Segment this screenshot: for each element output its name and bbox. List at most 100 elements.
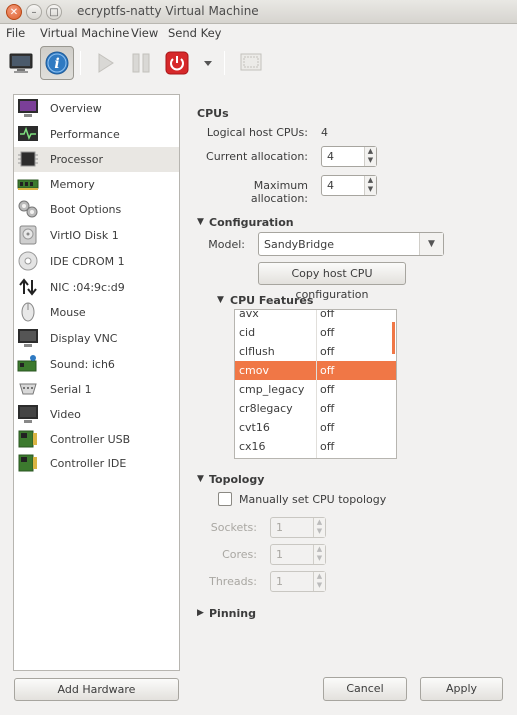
- menu-file[interactable]: File: [6, 26, 25, 40]
- toolbar-separator: [224, 51, 225, 75]
- sidebar-item-controller-usb[interactable]: Controller USB: [14, 427, 179, 452]
- threads-stepper[interactable]: 1 ▲ ▼: [270, 571, 326, 592]
- feature-value[interactable]: off: [320, 345, 334, 358]
- topology-expander-icon[interactable]: ▼: [197, 474, 204, 484]
- scrollbar-thumb[interactable]: [392, 322, 395, 354]
- video-icon: [18, 405, 38, 423]
- maximum-allocation-stepper[interactable]: 4 ▲ ▼: [321, 175, 377, 196]
- processor-icon: [18, 151, 38, 167]
- sidebar-item-mouse[interactable]: Mouse: [14, 300, 179, 325]
- menu-view[interactable]: View: [131, 26, 158, 40]
- feature-value[interactable]: off: [320, 440, 334, 453]
- cpu-features-expander-icon[interactable]: ▼: [217, 295, 224, 305]
- feature-value[interactable]: off: [320, 383, 334, 396]
- sidebar-item-serial[interactable]: Serial 1: [14, 377, 179, 402]
- increment-icon: ▲: [316, 572, 323, 580]
- current-allocation-value: 4: [327, 150, 334, 163]
- title-bar: ✕ – □ ecryptfs-natty Virtual Machine: [0, 0, 517, 24]
- shutdown-menu-button[interactable]: [196, 46, 220, 80]
- chevron-down-icon[interactable]: ▼: [419, 233, 443, 255]
- decrement-icon[interactable]: ▼: [365, 156, 376, 165]
- feature-name: cmp_legacy: [239, 383, 305, 396]
- shutdown-button[interactable]: [160, 46, 194, 80]
- sidebar-label: Processor: [50, 153, 103, 166]
- performance-icon: [18, 126, 38, 141]
- feature-value[interactable]: off: [320, 402, 334, 415]
- sidebar-item-performance[interactable]: Performance: [14, 122, 179, 147]
- sidebar-item-video[interactable]: Video: [14, 402, 179, 427]
- svg-text:i: i: [54, 56, 59, 72]
- feature-name: cx16: [239, 440, 266, 453]
- sound-icon: [17, 355, 37, 372]
- pinning-heading[interactable]: Pinning: [209, 607, 256, 620]
- decrement-icon: ▼: [316, 527, 323, 535]
- sidebar-item-virtio-disk[interactable]: VirtIO Disk 1: [14, 223, 179, 248]
- hardware-list: Overview Performance Processor Memory Bo…: [13, 94, 180, 671]
- current-allocation-stepper[interactable]: 4 ▲ ▼: [321, 146, 377, 167]
- model-combobox[interactable]: SandyBridge ▼: [258, 232, 444, 256]
- cpus-heading: CPUs: [197, 107, 229, 120]
- decrement-icon[interactable]: ▼: [365, 185, 376, 194]
- sidebar-item-controller-ide[interactable]: Controller IDE: [14, 451, 179, 476]
- cancel-button[interactable]: Cancel: [323, 677, 407, 701]
- increment-icon[interactable]: ▲: [365, 176, 376, 185]
- configuration-heading[interactable]: Configuration: [209, 216, 294, 229]
- manual-topology-label[interactable]: Manually set CPU topology: [239, 493, 386, 506]
- window-title: ecryptfs-natty Virtual Machine: [77, 4, 259, 18]
- sidebar-label: Serial 1: [50, 383, 92, 396]
- menu-virtual-machine[interactable]: Virtual Machine: [40, 26, 129, 40]
- fullscreen-button[interactable]: [234, 46, 268, 80]
- sidebar-label: NIC :04:9c:d9: [50, 281, 125, 294]
- sidebar-label: Controller USB: [50, 433, 131, 446]
- sidebar-item-processor[interactable]: Processor: [14, 147, 179, 172]
- decrement-icon: ▼: [316, 554, 323, 562]
- sidebar-item-memory[interactable]: Memory: [14, 172, 179, 197]
- maximum-allocation-value: 4: [327, 179, 334, 192]
- model-label: Model:: [208, 238, 245, 251]
- sidebar-label: Video: [50, 408, 81, 421]
- sidebar-item-ide-cdrom[interactable]: IDE CDROM 1: [14, 249, 179, 274]
- pinning-expander-icon[interactable]: ▶: [197, 608, 204, 618]
- feature-value[interactable]: off: [320, 421, 334, 434]
- sidebar-item-nic[interactable]: NIC :04:9c:d9: [14, 275, 179, 300]
- menubar: File Virtual Machine View Send Key: [0, 24, 517, 43]
- cpu-features-heading[interactable]: CPU Features: [230, 294, 313, 307]
- feature-name: cid: [239, 326, 256, 339]
- disk-icon: [19, 225, 37, 245]
- increment-icon[interactable]: ▲: [365, 147, 376, 156]
- feature-value[interactable]: off: [320, 310, 334, 320]
- sidebar-label: Sound: ich6: [50, 358, 115, 371]
- cores-stepper[interactable]: 1 ▲ ▼: [270, 544, 326, 565]
- details-button[interactable]: i: [40, 46, 74, 80]
- sidebar-item-display-vnc[interactable]: Display VNC: [14, 326, 179, 351]
- feature-name: cr8legacy: [239, 402, 293, 415]
- console-button[interactable]: [4, 46, 38, 80]
- logical-host-cpus-label: Logical host CPUs:: [206, 126, 308, 139]
- sockets-stepper[interactable]: 1 ▲ ▼: [270, 517, 326, 538]
- feature-name: cvt16: [239, 421, 270, 434]
- cpu-features-list[interactable]: avx off cid off clflush off cmov off cmp…: [234, 309, 397, 459]
- feature-value[interactable]: off: [320, 364, 334, 377]
- menu-send-key[interactable]: Send Key: [168, 26, 221, 40]
- run-button[interactable]: [88, 46, 122, 80]
- manual-topology-checkbox[interactable]: [218, 492, 232, 506]
- minimize-window-button[interactable]: –: [26, 4, 42, 20]
- feature-value[interactable]: off: [320, 326, 334, 339]
- increment-icon: ▲: [316, 518, 323, 526]
- close-window-button[interactable]: ✕: [6, 4, 22, 20]
- sidebar-label: VirtIO Disk 1: [50, 229, 119, 242]
- sidebar-item-boot-options[interactable]: Boot Options: [14, 197, 179, 222]
- increment-icon: ▲: [316, 545, 323, 553]
- maximize-window-button[interactable]: □: [46, 4, 62, 20]
- pause-button[interactable]: [124, 46, 158, 80]
- copy-host-cpu-button[interactable]: Copy host CPU configuration: [258, 262, 406, 301]
- sidebar-item-sound[interactable]: Sound: ich6: [14, 352, 179, 377]
- serial-icon: [19, 383, 37, 395]
- topology-heading[interactable]: Topology: [209, 473, 264, 486]
- sidebar-label: Overview: [50, 102, 102, 115]
- sidebar-item-overview[interactable]: Overview: [14, 96, 179, 121]
- threads-label: Threads:: [209, 575, 257, 588]
- configuration-expander-icon[interactable]: ▼: [197, 217, 204, 227]
- add-hardware-button[interactable]: Add Hardware: [14, 678, 179, 701]
- apply-button[interactable]: Apply: [420, 677, 503, 701]
